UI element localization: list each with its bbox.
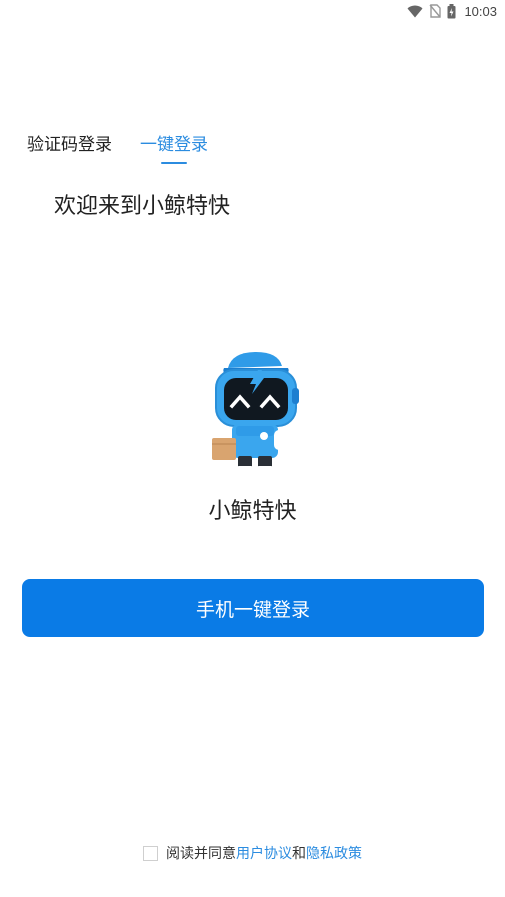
tab-label: 验证码登录 (27, 135, 112, 155)
privacy-policy-link[interactable]: 隐私政策 (306, 843, 362, 863)
no-sim-icon (429, 4, 442, 18)
tab-sms-code-login[interactable]: 验证码登录 (27, 130, 112, 161)
status-bar: 10:03 (0, 0, 505, 22)
agreement-and: 和 (292, 846, 306, 862)
agreement-prefix: 阅读并同意 (166, 846, 236, 862)
agreement-checkbox[interactable] (143, 845, 158, 861)
wifi-icon (407, 5, 423, 18)
login-tabs: 验证码登录 一键登录 (27, 130, 208, 164)
user-agreement-link[interactable]: 用户协议 (236, 843, 292, 863)
agreement-row: 阅读并同意 用户协议 和 隐私政策 (0, 843, 505, 863)
tab-label: 一键登录 (140, 135, 208, 155)
status-time: 10:03 (464, 3, 497, 19)
one-click-login-button[interactable]: 手机一键登录 (22, 579, 484, 637)
app-name: 小鲸特快 (208, 499, 297, 524)
welcome-title: 欢迎来到小鲸特快 (54, 194, 231, 219)
mascot-image (208, 350, 300, 474)
active-tab-indicator (161, 162, 187, 164)
battery-charging-icon (447, 3, 456, 19)
tab-one-click-login[interactable]: 一键登录 (140, 130, 208, 164)
